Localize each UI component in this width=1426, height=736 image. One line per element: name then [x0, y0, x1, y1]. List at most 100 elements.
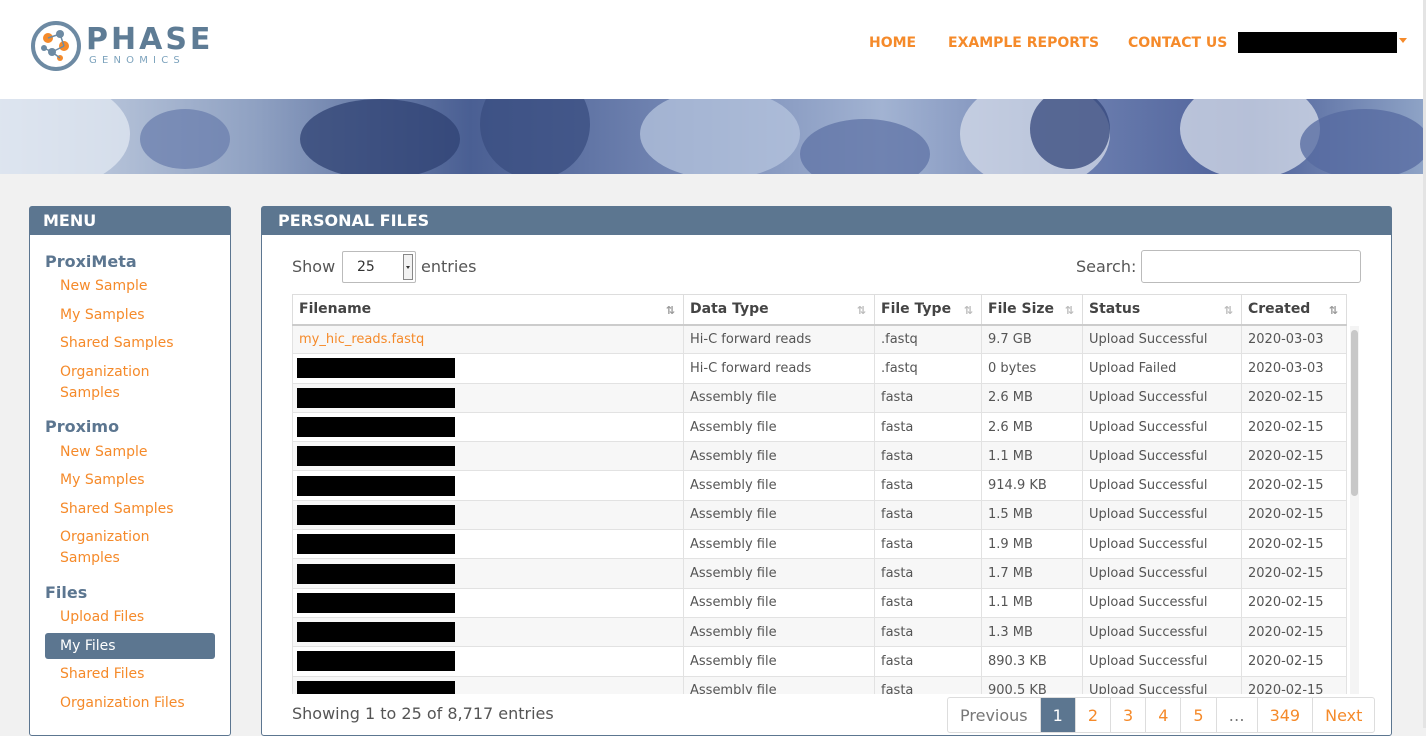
- col-filename[interactable]: Filename ⇅: [292, 294, 684, 326]
- file-type-cell: fasta: [874, 441, 982, 472]
- table-row[interactable]: Assembly file fasta 2.6 MB Upload Successfu…: [292, 411, 1347, 443]
- table-row[interactable]: Assembly file fasta 1.1 MB Upload Successfu…: [292, 587, 1347, 618]
- files-table: Filename ⇅ Data Type ⇅ File Type ⇅ File Siz…: [292, 294, 1347, 694]
- status-cell: Upload Successful: [1082, 499, 1242, 531]
- table-row[interactable]: Assembly file fasta 1.5 MB Upload Successfu…: [292, 499, 1347, 531]
- redacted-filename[interactable]: [297, 417, 455, 438]
- filename-cell[interactable]: [292, 411, 684, 443]
- file-size-cell: 1.9 MB: [981, 529, 1083, 560]
- personal-files-panel: PERSONAL FILES Show 25 entries Search: F…: [261, 206, 1392, 736]
- col-status[interactable]: Status ⇅: [1082, 294, 1242, 326]
- data-type-cell: Assembly file: [683, 616, 875, 648]
- col-file-size[interactable]: File Size ⇅: [981, 294, 1083, 326]
- file-size-cell: 914.9 KB: [981, 470, 1083, 501]
- file-type-cell: fasta: [874, 675, 982, 694]
- file-type-cell: .fastq: [874, 323, 982, 355]
- status-cell: Upload Successful: [1082, 675, 1242, 694]
- col-data-type[interactable]: Data Type ⇅: [683, 294, 875, 326]
- redacted-filename[interactable]: [297, 651, 455, 672]
- table-info: Showing 1 to 25 of 8,717 entries: [292, 704, 554, 723]
- menu-panel: MENU ProxiMeta New Sample My Samples Sha…: [29, 206, 231, 736]
- menu-proximo-my-samples[interactable]: My Samples: [60, 470, 220, 491]
- files-panel-title: PERSONAL FILES: [262, 207, 1391, 235]
- redacted-filename[interactable]: [297, 563, 455, 584]
- filename-cell[interactable]: [292, 470, 684, 501]
- redacted-filename[interactable]: [297, 592, 455, 613]
- user-menu-redacted[interactable]: [1238, 32, 1397, 53]
- table-row[interactable]: Assembly file fasta 914.9 KB Upload Success…: [292, 470, 1347, 501]
- search-input[interactable]: [1141, 250, 1361, 283]
- filename-cell[interactable]: my_hic_reads.fastq: [292, 323, 684, 355]
- created-cell: 2020-02-15: [1241, 675, 1347, 694]
- file-size-cell: 1.7 MB: [981, 558, 1083, 589]
- status-cell: Upload Failed: [1082, 353, 1242, 384]
- table-row[interactable]: Assembly file fasta 900.5 KB Upload Success…: [292, 675, 1347, 694]
- sort-icon: ⇅: [963, 304, 973, 317]
- table-row[interactable]: my_hic_reads.fastq Hi-C forward reads .fas…: [292, 323, 1347, 355]
- table-row[interactable]: Assembly file fasta 1.9 MB Upload Successfu…: [292, 529, 1347, 560]
- menu-proximo-organization-samples[interactable]: Organization Samples: [60, 527, 170, 569]
- menu-proximo-shared-samples[interactable]: Shared Samples: [60, 499, 220, 520]
- created-cell: 2020-02-15: [1241, 616, 1347, 648]
- redacted-filename[interactable]: [297, 504, 455, 525]
- menu-proximeta-organization-samples[interactable]: Organization Samples: [60, 362, 170, 404]
- menu-files-shared[interactable]: Shared Files: [60, 664, 220, 685]
- col-created[interactable]: Created ⇅: [1241, 294, 1347, 326]
- user-menu-caret-icon[interactable]: [1399, 38, 1407, 43]
- menu-files-my-files[interactable]: My Files: [45, 633, 215, 659]
- redacted-filename[interactable]: [297, 680, 455, 694]
- nav-home-link[interactable]: HOME: [869, 35, 916, 51]
- data-type-cell: Assembly file: [683, 587, 875, 618]
- data-type-cell: Assembly file: [683, 382, 875, 413]
- table-row[interactable]: Hi-C forward reads .fastq 0 bytes Upload Fa…: [292, 353, 1347, 384]
- file-size-cell: 1.3 MB: [981, 616, 1083, 648]
- redacted-filename[interactable]: [297, 534, 455, 555]
- filename-cell[interactable]: [292, 587, 684, 618]
- page-size-select[interactable]: 25: [342, 251, 416, 283]
- menu-proximeta-my-samples[interactable]: My Samples: [60, 305, 220, 326]
- created-cell: 2020-03-03: [1241, 323, 1347, 355]
- file-size-cell: 890.3 KB: [981, 646, 1083, 677]
- menu-proximo-new-sample[interactable]: New Sample: [60, 442, 220, 463]
- table-row[interactable]: Assembly file fasta 1.7 MB Upload Successfu…: [292, 558, 1347, 589]
- filename-cell[interactable]: [292, 499, 684, 531]
- redacted-filename[interactable]: [297, 622, 455, 643]
- select-arrow-icon[interactable]: [403, 254, 413, 280]
- created-cell: 2020-02-15: [1241, 441, 1347, 472]
- data-type-cell: Hi-C forward reads: [683, 353, 875, 384]
- redacted-filename[interactable]: [297, 475, 455, 496]
- filename-cell[interactable]: [292, 382, 684, 413]
- filename-cell[interactable]: [292, 353, 684, 384]
- filename-cell[interactable]: [292, 616, 684, 648]
- table-row[interactable]: Assembly file fasta 890.3 KB Upload Success…: [292, 646, 1347, 677]
- scrollbar-thumb[interactable]: [1351, 330, 1358, 496]
- menu-group-proximo: Proximo: [45, 417, 120, 436]
- filename-cell[interactable]: [292, 441, 684, 472]
- table-row[interactable]: Assembly file fasta 1.1 MB Upload Successfu…: [292, 441, 1347, 472]
- nav-example-reports-link[interactable]: EXAMPLE REPORTS: [948, 35, 1099, 51]
- menu-title: MENU: [30, 207, 230, 235]
- redacted-filename[interactable]: [297, 387, 455, 408]
- menu-files-organization[interactable]: Organization Files: [60, 693, 220, 714]
- menu-proximeta-new-sample[interactable]: New Sample: [60, 276, 220, 297]
- nav-contact-link[interactable]: CONTACT US: [1128, 35, 1227, 51]
- filename-cell[interactable]: [292, 646, 684, 677]
- filename-cell[interactable]: [292, 529, 684, 560]
- redacted-filename[interactable]: [297, 358, 455, 379]
- redacted-filename[interactable]: [297, 446, 455, 467]
- menu-proximeta-shared-samples[interactable]: Shared Samples: [60, 333, 220, 354]
- data-type-cell: Assembly file: [683, 441, 875, 472]
- col-file-type[interactable]: File Type ⇅: [874, 294, 982, 326]
- filename-cell[interactable]: [292, 558, 684, 589]
- file-size-cell: 900.5 KB: [981, 675, 1083, 694]
- data-type-cell: Assembly file: [683, 470, 875, 501]
- table-row[interactable]: Assembly file fasta 2.6 MB Upload Successfu…: [292, 382, 1347, 413]
- table-scrollbar[interactable]: [1350, 326, 1359, 694]
- file-type-cell: fasta: [874, 558, 982, 589]
- created-cell: 2020-02-15: [1241, 382, 1347, 413]
- filename-cell[interactable]: [292, 675, 684, 694]
- table-row[interactable]: Assembly file fasta 1.3 MB Upload Successfu…: [292, 616, 1347, 648]
- brand-tagline: GENOMICS: [89, 55, 185, 66]
- menu-files-upload[interactable]: Upload Files: [60, 607, 220, 628]
- phase-genomics-logo[interactable]: PHASE GENOMICS: [30, 20, 230, 75]
